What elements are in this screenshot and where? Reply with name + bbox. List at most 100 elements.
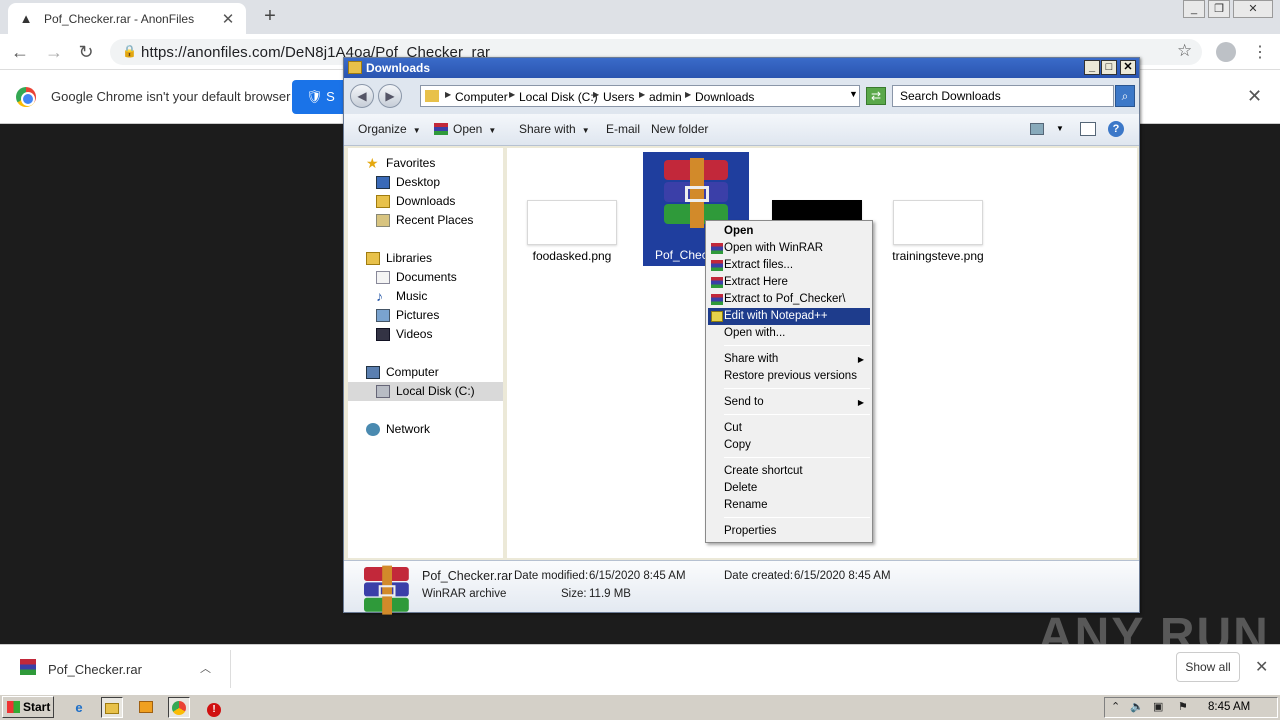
lock-icon[interactable]: 🔒: [122, 44, 137, 58]
tab-close-icon[interactable]: ✕: [220, 10, 236, 28]
nav-favorites[interactable]: ★ Favorites: [348, 154, 503, 173]
menu-item-send-to[interactable]: Send to ▶: [708, 394, 870, 411]
change-view-icon[interactable]: [1030, 123, 1044, 135]
bookmark-star-icon[interactable]: ☆: [1177, 41, 1192, 61]
organize-button[interactable]: Organize ▼: [358, 122, 421, 136]
address-dropdown-icon[interactable]: ▼: [849, 89, 858, 99]
breadcrumb-admin[interactable]: admin: [649, 90, 682, 104]
menu-item-rename[interactable]: Rename: [708, 497, 870, 514]
menu-item-extract-files[interactable]: Extract files...: [708, 257, 870, 274]
nav-music[interactable]: ♪ Music: [348, 287, 503, 306]
open-button[interactable]: Open ▼: [434, 122, 496, 136]
action-center-flag-icon[interactable]: ⚑: [1178, 700, 1188, 713]
nav-documents[interactable]: Documents: [348, 268, 503, 287]
chevron-down-icon: ▼: [412, 126, 421, 135]
browser-tab[interactable]: ▲ Pof_Checker.rar - AnonFiles ✕: [8, 3, 246, 34]
folder-icon: [348, 61, 362, 74]
menu-item-share-with[interactable]: Share with ▶: [708, 351, 870, 368]
refresh-icon[interactable]: ⇄: [866, 87, 886, 105]
breadcrumb-arrow-icon[interactable]: ▶: [685, 90, 691, 99]
address-bar[interactable]: ▶ Computer ▶ Local Disk (C:) ▶ Users ▶ a…: [420, 85, 860, 107]
close-window-button[interactable]: ✕: [1233, 0, 1273, 18]
menu-item-extract-to[interactable]: Extract to Pof_Checker\: [708, 291, 870, 308]
menu-item-open-winrar[interactable]: Open with WinRAR: [708, 240, 870, 257]
menu-label: Extract to Pof_Checker\: [724, 293, 846, 305]
nav-downloads[interactable]: Downloads: [348, 192, 503, 211]
minimize-button[interactable]: _: [1183, 0, 1205, 18]
nav-desktop[interactable]: Desktop: [348, 173, 503, 192]
infobar-close-icon[interactable]: ✕: [1247, 86, 1262, 107]
chevron-up-icon[interactable]: ︿: [200, 660, 211, 676]
menu-item-edit-notepadpp[interactable]: Edit with Notepad++: [708, 308, 870, 325]
breadcrumb-downloads[interactable]: Downloads: [695, 90, 754, 104]
chrome-menu-icon[interactable]: ⋮: [1252, 42, 1268, 62]
menu-item-delete[interactable]: Delete: [708, 480, 870, 497]
tray-expand-icon[interactable]: ⌃: [1111, 700, 1120, 713]
explorer-maximize-button[interactable]: □: [1101, 60, 1117, 75]
menu-item-copy[interactable]: Copy: [708, 437, 870, 454]
file-item[interactable]: trainingsteve.png: [883, 200, 993, 263]
details-modified-value: 6/15/2020 8:45 AM: [589, 570, 686, 582]
explorer-minimize-button[interactable]: _: [1084, 60, 1100, 75]
file-item[interactable]: foodasked.png: [517, 200, 627, 263]
nav-computer[interactable]: Computer: [348, 363, 503, 382]
explorer-taskbar-icon[interactable]: [101, 697, 123, 718]
menu-item-open-with[interactable]: Open with...: [708, 325, 870, 342]
help-icon[interactable]: ?: [1108, 121, 1124, 137]
nav-label: Network: [386, 422, 431, 436]
explorer-titlebar[interactable]: Downloads: [344, 58, 1139, 78]
preview-pane-icon[interactable]: [1080, 122, 1096, 136]
breadcrumb-arrow-icon[interactable]: ▶: [445, 90, 451, 99]
network-tray-icon[interactable]: ▣: [1153, 700, 1163, 713]
nav-network[interactable]: Network: [348, 420, 503, 439]
submenu-arrow-icon: ▶: [857, 355, 864, 364]
breadcrumb-computer[interactable]: Computer: [455, 90, 508, 104]
chrome-taskbar-icon[interactable]: [168, 697, 190, 718]
nav-label: Libraries: [386, 251, 433, 265]
share-with-button[interactable]: Share with ▼: [519, 122, 590, 136]
explorer-back-button[interactable]: ◀: [350, 84, 374, 108]
breadcrumb-local-disk[interactable]: Local Disk (C:): [519, 90, 598, 104]
nav-videos[interactable]: Videos: [348, 325, 503, 344]
breadcrumb-arrow-icon[interactable]: ▶: [509, 90, 515, 99]
winrar-icon: [711, 294, 723, 305]
email-button[interactable]: E-mail: [606, 122, 640, 136]
show-all-button[interactable]: Show all: [1176, 652, 1240, 682]
explorer-forward-button[interactable]: ▶: [378, 84, 402, 108]
volume-icon[interactable]: 🔈: [1130, 700, 1144, 713]
clock[interactable]: 8:45 AM: [1208, 701, 1250, 713]
back-button[interactable]: ←: [10, 42, 30, 62]
new-folder-button[interactable]: New folder: [651, 122, 708, 136]
shelf-close-icon[interactable]: ✕: [1255, 657, 1268, 677]
breadcrumb-arrow-icon[interactable]: ▶: [639, 90, 645, 99]
menu-item-extract-here[interactable]: Extract Here: [708, 274, 870, 291]
media-player-icon[interactable]: [135, 697, 157, 718]
winrar-archive-icon: [364, 565, 409, 615]
menu-item-cut[interactable]: Cut: [708, 420, 870, 437]
search-icon[interactable]: ⌕: [1115, 85, 1135, 107]
download-item[interactable]: Pof_Checker.rar: [48, 662, 142, 677]
forward-button[interactable]: →: [44, 42, 64, 62]
reload-button[interactable]: ↻: [76, 42, 96, 62]
chevron-down-icon[interactable]: ▼: [1056, 124, 1064, 133]
infobar-message: Google Chrome isn't your default browser: [51, 89, 291, 104]
nav-recent-places[interactable]: Recent Places: [348, 211, 503, 230]
menu-item-properties[interactable]: Properties: [708, 523, 870, 540]
restore-button[interactable]: ❐: [1208, 0, 1230, 18]
nav-libraries[interactable]: Libraries: [348, 249, 503, 268]
file-item[interactable]: [762, 200, 872, 222]
menu-item-restore-versions[interactable]: Restore previous versions: [708, 368, 870, 385]
start-button[interactable]: Start: [2, 696, 54, 718]
stop-icon[interactable]: !: [203, 697, 225, 718]
ie-icon[interactable]: e: [68, 697, 90, 718]
nav-pictures[interactable]: Pictures: [348, 306, 503, 325]
profile-avatar[interactable]: [1216, 42, 1236, 62]
search-input[interactable]: Search Downloads: [892, 85, 1114, 107]
explorer-close-button[interactable]: ✕: [1120, 60, 1136, 75]
breadcrumb-users[interactable]: Users: [603, 90, 634, 104]
menu-item-open[interactable]: Open: [708, 223, 870, 240]
menu-item-create-shortcut[interactable]: Create shortcut: [708, 463, 870, 480]
breadcrumb-arrow-icon[interactable]: ▶: [593, 90, 599, 99]
nav-local-disk[interactable]: Local Disk (C:): [348, 382, 503, 401]
new-tab-button[interactable]: +: [258, 6, 282, 28]
